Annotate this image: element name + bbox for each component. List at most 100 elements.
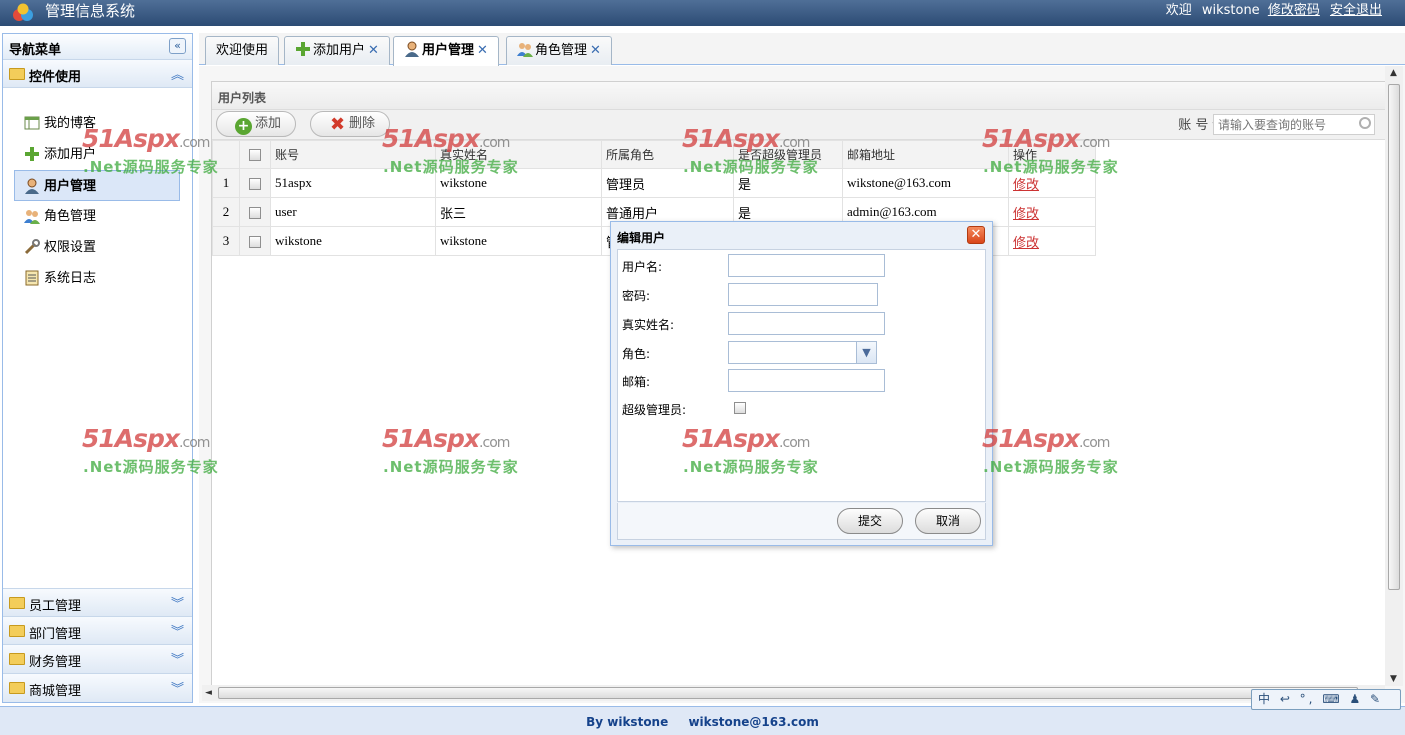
add-icon: [23, 146, 40, 163]
vertical-scrollbar[interactable]: ▲ ▼: [1385, 66, 1403, 686]
tab-label: 角色管理: [535, 43, 588, 58]
cell-realname: wikstone: [435, 168, 602, 198]
column-header[interactable]: 账号: [270, 140, 436, 169]
sidebar-item-system-log[interactable]: 系统日志: [3, 263, 192, 294]
realname-label: 真实姓名:: [622, 318, 675, 332]
app-logo-icon: [13, 3, 33, 21]
sidebar-item-user-management[interactable]: 用户管理: [14, 170, 180, 201]
row-checkbox[interactable]: [249, 207, 261, 220]
search-field-label: 账 号: [1178, 118, 1209, 133]
submit-button[interactable]: 提交: [837, 508, 903, 534]
superadmin-label: 超级管理员:: [622, 403, 687, 417]
column-header[interactable]: 是否超级管理员: [733, 140, 843, 169]
select-all-checkbox[interactable]: [249, 149, 261, 161]
accordion-controls[interactable]: 控件使用 ︽: [3, 60, 192, 88]
accordion-department[interactable]: 部门管理 ︾: [3, 616, 192, 645]
dialog-header: 编辑用户 ✕: [611, 222, 992, 248]
row-number-header: [212, 140, 240, 169]
sidebar-header: 导航菜单 «: [3, 34, 192, 60]
tab-welcome[interactable]: 欢迎使用: [205, 36, 280, 65]
accordion-finance[interactable]: 财务管理 ︾: [3, 645, 192, 674]
edit-user-dialog: 编辑用户 ✕ 用户名: 密码: 真实姓名: 角色: ▼ 邮箱: 超级管理员: 提…: [610, 221, 993, 546]
tab-user-management[interactable]: 用户管理 ✕: [393, 36, 499, 66]
role-select[interactable]: ▼: [728, 341, 877, 364]
grid-toolbar: +添加 ✖删除 账 号 ▾: [212, 110, 1385, 140]
folder-icon: [9, 681, 25, 694]
search-icon[interactable]: [1359, 117, 1371, 129]
role-icon: [23, 208, 40, 225]
edit-link[interactable]: 修改: [1013, 235, 1039, 250]
collapse-sidebar-icon[interactable]: «: [169, 38, 186, 54]
vertical-scroll-thumb[interactable]: [1388, 84, 1400, 590]
chevron-down-icon[interactable]: ︾: [171, 649, 184, 668]
header-user-area: 欢迎 wikstone 修改密码 安全退出: [1166, 3, 1382, 19]
folder-icon: [9, 624, 25, 637]
search-input[interactable]: [1213, 114, 1375, 135]
scroll-up-icon[interactable]: ▲: [1390, 68, 1397, 78]
superadmin-checkbox[interactable]: [734, 402, 746, 414]
tab-add-user[interactable]: 添加用户 ✕: [284, 36, 390, 65]
cell-action: 修改: [1008, 226, 1096, 256]
accordion-employee[interactable]: 员工管理 ︾: [3, 588, 192, 617]
tab-role-management[interactable]: 角色管理 ✕: [506, 36, 612, 65]
realname-field[interactable]: [728, 312, 885, 335]
chevron-down-icon[interactable]: ▼: [856, 342, 876, 363]
row-checkbox[interactable]: [249, 236, 261, 249]
cell-account: 51aspx: [270, 168, 436, 198]
username-label: 用户名:: [622, 260, 663, 274]
accordion-label: 员工管理: [29, 599, 82, 614]
sidebar: 导航菜单 « 控件使用 ︽ 我的博客 添加用户 用户管理 角色管理 权限设置 系…: [2, 33, 193, 703]
column-header[interactable]: 操作: [1008, 140, 1096, 169]
cell-account: wikstone: [270, 226, 436, 256]
chevron-down-icon[interactable]: ︾: [171, 678, 184, 697]
user-icon: [23, 178, 40, 195]
app-header: 管理信息系统 欢迎 wikstone 修改密码 安全退出: [0, 0, 1405, 26]
sidebar-item-label: 角色管理: [44, 209, 97, 224]
column-header[interactable]: 所属角色: [601, 140, 734, 169]
select-all-checkbox-cell: [239, 140, 271, 169]
row-number: 3: [212, 226, 240, 256]
close-tab-icon[interactable]: ✕: [477, 43, 488, 58]
column-header[interactable]: 真实姓名: [435, 140, 602, 169]
logout-link[interactable]: 安全退出: [1330, 3, 1382, 18]
row-checkbox[interactable]: [249, 178, 261, 191]
chevron-down-icon[interactable]: ︾: [171, 593, 184, 612]
add-icon: +: [235, 118, 252, 135]
sidebar-item-label: 用户管理: [44, 179, 97, 194]
edit-link[interactable]: 修改: [1013, 177, 1039, 192]
dialog-body: 用户名: 密码: 真实姓名: 角色: ▼ 邮箱: 超级管理员:: [617, 249, 986, 502]
scroll-left-icon[interactable]: ◄: [205, 688, 212, 698]
close-tab-icon[interactable]: ✕: [368, 43, 379, 58]
scroll-down-icon[interactable]: ▼: [1390, 674, 1397, 684]
chevron-up-icon[interactable]: ︽: [171, 64, 184, 83]
cancel-button[interactable]: 取消: [915, 508, 981, 534]
horizontal-scroll-thumb[interactable]: [218, 687, 1358, 699]
delete-button[interactable]: ✖ 删除: [310, 111, 391, 137]
add-button[interactable]: + 添加: [216, 111, 297, 137]
sidebar-item-add-user[interactable]: 添加用户: [3, 139, 192, 170]
password-field[interactable]: [728, 283, 878, 306]
sidebar-item-permissions[interactable]: 权限设置: [3, 232, 192, 263]
column-header[interactable]: 邮箱地址: [842, 140, 1009, 169]
tab-bar: 欢迎使用 添加用户 ✕ 用户管理 ✕ 角色管理 ✕: [199, 33, 1405, 66]
email-field[interactable]: [728, 369, 885, 392]
sidebar-item-blog[interactable]: 我的博客: [3, 108, 192, 139]
add-icon: [296, 42, 310, 56]
email-label: 邮箱:: [622, 375, 651, 389]
accordion-label: 控件使用: [29, 70, 82, 85]
table-row[interactable]: 1 51aspx wikstone 管理员 是 wikstone@163.com…: [212, 168, 1096, 198]
accordion-label: 财务管理: [29, 655, 82, 670]
close-tab-icon[interactable]: ✕: [590, 43, 601, 58]
ime-toolbar[interactable]: 中 ↩ °, ⌨ ♟ ✎: [1251, 689, 1401, 710]
close-icon[interactable]: ✕: [967, 226, 985, 244]
chevron-down-icon[interactable]: ︾: [171, 621, 184, 640]
dialog-footer: 提交 取消: [617, 503, 986, 540]
edit-link[interactable]: 修改: [1013, 206, 1039, 221]
username-field[interactable]: [728, 254, 885, 277]
sidebar-item-role-management[interactable]: 角色管理: [3, 201, 192, 232]
sidebar-title: 导航菜单: [9, 43, 62, 58]
accordion-shop[interactable]: 商城管理 ︾: [3, 673, 192, 702]
delete-icon: ✖: [329, 114, 346, 135]
change-password-link[interactable]: 修改密码: [1268, 3, 1320, 18]
horizontal-scrollbar[interactable]: ◄: [202, 685, 1385, 701]
